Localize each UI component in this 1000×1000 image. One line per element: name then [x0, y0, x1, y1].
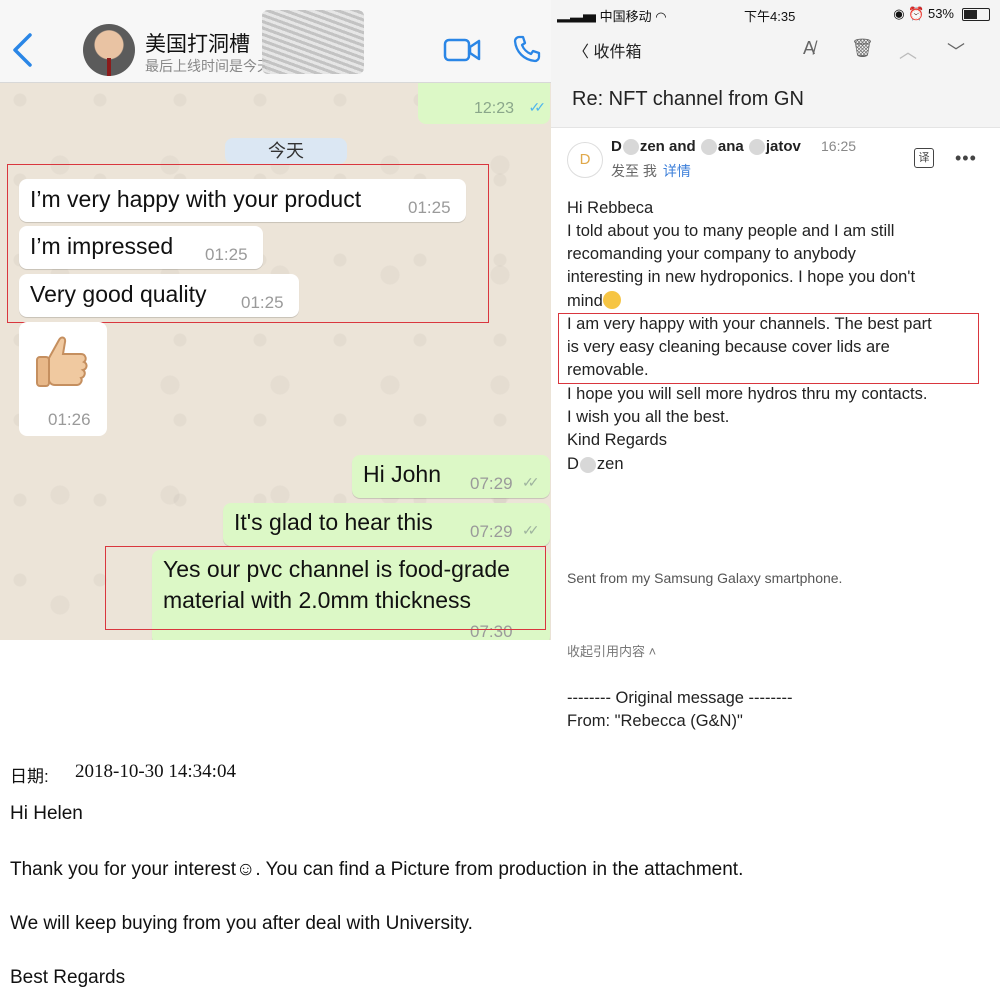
battery-percent: ◉ ⏰ 53% — [893, 6, 954, 21]
wink-emoji — [602, 291, 621, 309]
previous-icon[interactable]: ︿ — [899, 38, 917, 64]
phone-call-icon[interactable] — [512, 34, 542, 64]
letter-line: Thank you for your interest☺. You can fi… — [10, 859, 744, 880]
email-body-line: recomanding your company to anybody — [567, 245, 856, 263]
inbox-back-button[interactable]: 〈 收件箱 — [573, 38, 641, 62]
closing: Best Regards — [10, 967, 126, 988]
highlight-box — [105, 546, 546, 630]
date-divider: 今天 — [225, 138, 347, 164]
earlier-message-bubble: 12:23 ✓✓ — [418, 82, 550, 124]
read-receipt-icon: ✓✓ — [522, 522, 540, 538]
email-screenshot: ▂▃▅ 中国移动 ◠ 下午4:35 ◉ ⏰ 53% 〈 收件箱 A̸ 🗑 ︿ ﹀… — [551, 0, 1000, 740]
message-bubble[interactable]: Hi John 07:29 ✓✓ — [352, 455, 550, 498]
sticker-bubble[interactable]: 01:26 — [19, 322, 107, 436]
chat-header: 美国打洞槽 最后上线时间是今天 — [0, 0, 551, 83]
highlight-box — [7, 164, 489, 323]
email-body-line: Hi Rebbeca — [567, 199, 654, 217]
email-body-line: I hope you will sell more hydros thru my… — [567, 385, 928, 403]
subject-bar: Re: NFT channel from GN — [551, 72, 1000, 128]
status-bar: ▂▃▅ 中国移动 ◠ 下午4:35 ◉ ⏰ 53% — [551, 0, 1000, 26]
mail-nav-bar: 〈 收件箱 A̸ 🗑 ︿ ﹀ — [551, 26, 1000, 72]
message-bubble[interactable]: It's glad to hear this 07:29 ✓✓ — [223, 503, 550, 546]
send-time: 16:25 — [821, 138, 857, 154]
message-time: 07:29 — [470, 522, 513, 541]
sender-avatar: D — [567, 142, 603, 178]
email-signature: Sent from my Samsung Galaxy smartphone. — [567, 570, 843, 586]
thumbs-up-emoji — [36, 336, 88, 387]
next-icon[interactable]: ﹀ — [947, 38, 965, 64]
email-body-line: I told about you to many people and I am… — [567, 222, 895, 240]
details-link[interactable]: 详情 — [663, 163, 691, 179]
greeting: Hi Helen — [10, 803, 83, 824]
original-message-header: -------- Original message -------- — [567, 689, 793, 707]
recipient-line: 发至 我详情 — [611, 163, 691, 179]
battery-icon — [962, 8, 990, 21]
email-body-line: Dzen — [567, 455, 624, 473]
original-message-from: From: "Rebecca (G&N)" — [567, 712, 743, 730]
contact-name[interactable]: 美国打洞槽 — [145, 28, 250, 58]
highlight-box — [558, 313, 979, 384]
email-body-line: interesting in new hydroponics. I hope y… — [567, 268, 916, 286]
email-body-line: mind — [567, 291, 621, 311]
date-value: 2018-10-30 14:34:04 — [75, 761, 236, 782]
collapse-quote-toggle[interactable]: 收起引用内容 ˄ — [567, 641, 656, 660]
carrier-label: ▂▃▅ 中国移动 ◠ — [557, 9, 667, 24]
message-time: 01:26 — [48, 410, 91, 429]
message-time: 12:23 — [473, 100, 514, 117]
email-body-line: I wish you all the best. — [567, 408, 730, 426]
date-label: 日期: — [10, 767, 49, 786]
chat-screenshot: 12:23 ✓✓ 美国打洞槽 最后上线时间是今天 今天 I’m very hap… — [0, 0, 551, 640]
email-subject: Re: NFT channel from GN — [572, 88, 804, 110]
contact-avatar[interactable] — [83, 24, 135, 76]
back-icon[interactable] — [10, 32, 36, 68]
letter-line: We will keep buying from you after deal … — [10, 913, 473, 934]
message-text: Hi John — [363, 461, 441, 487]
last-seen-status: 最后上线时间是今天 — [145, 58, 271, 74]
video-call-icon[interactable] — [443, 37, 481, 63]
message-time: 07:29 — [470, 474, 513, 493]
message-text: It's glad to hear this — [234, 509, 433, 535]
more-icon[interactable]: ••• — [955, 148, 977, 169]
trash-icon[interactable]: 🗑 — [851, 38, 874, 59]
sender-name[interactable]: Dzen and ana jatov — [611, 138, 801, 156]
clock: 下午4:35 — [744, 9, 796, 24]
font-size-icon[interactable]: A̸ — [803, 38, 815, 59]
read-receipt-icon: ✓✓ — [528, 99, 547, 115]
translate-icon[interactable]: 译 — [914, 148, 934, 168]
email-text-excerpt: 日期: 2018-10-30 14:34:04 Hi Helen Thank y… — [0, 740, 1000, 1000]
redaction-scribble — [262, 10, 364, 74]
read-receipt-icon: ✓✓ — [522, 474, 540, 490]
email-body-line: Kind Regards — [567, 431, 667, 449]
